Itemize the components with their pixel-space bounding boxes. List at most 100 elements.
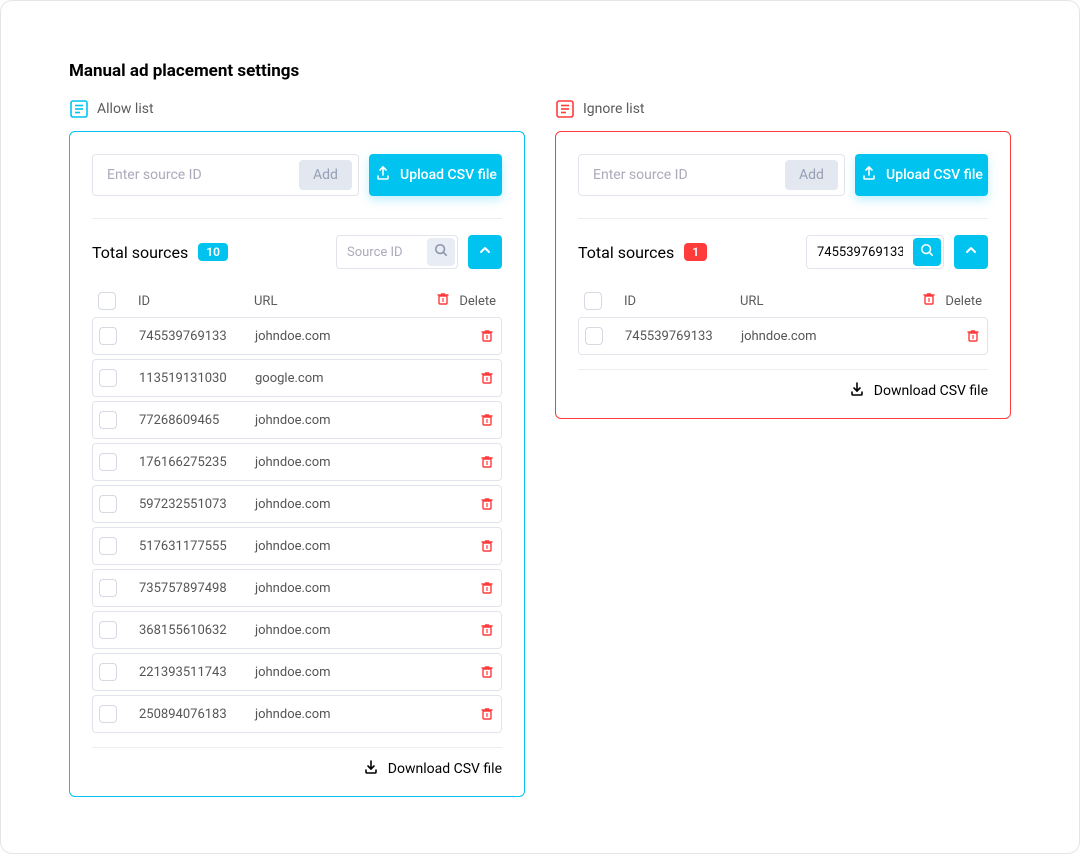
row-url: johndoe.com bbox=[741, 329, 905, 344]
allow-summary: Total sources 10 bbox=[92, 235, 502, 269]
allow-count-badge: 10 bbox=[198, 243, 228, 261]
download-label: Download CSV file bbox=[388, 761, 502, 777]
ignore-search-group bbox=[806, 235, 944, 269]
row-url: johndoe.com bbox=[255, 413, 419, 428]
ignore-upload-label: Upload CSV file bbox=[886, 167, 983, 183]
ignore-download[interactable]: Download CSV file bbox=[578, 370, 988, 406]
list-icon bbox=[555, 99, 575, 119]
allow-header-label: Allow list bbox=[97, 101, 154, 117]
row-id: 77268609465 bbox=[139, 413, 255, 428]
ignore-add-button[interactable]: Add bbox=[785, 160, 838, 190]
row-checkbox[interactable] bbox=[99, 327, 117, 345]
upload-icon bbox=[860, 164, 878, 186]
allow-upload-button[interactable]: Upload CSV file bbox=[369, 154, 502, 196]
allow-column: Allow list Add bbox=[69, 99, 525, 797]
download-icon bbox=[848, 380, 866, 402]
page-container: Manual ad placement settings Allow list bbox=[0, 0, 1080, 854]
row-url: johndoe.com bbox=[255, 539, 419, 554]
ignore-search-button[interactable] bbox=[913, 238, 941, 266]
allow-search-input[interactable] bbox=[337, 245, 427, 260]
delete-label: Delete bbox=[459, 294, 496, 309]
table-row: 221393511743 johndoe.com bbox=[92, 653, 502, 691]
row-delete-button[interactable] bbox=[479, 580, 495, 596]
ignore-rows: 745539769133 johndoe.com bbox=[578, 317, 988, 370]
row-checkbox[interactable] bbox=[99, 411, 117, 429]
allow-add-group: Add bbox=[92, 154, 359, 196]
search-icon bbox=[434, 243, 448, 261]
row-checkbox[interactable] bbox=[99, 621, 117, 639]
ignore-search-input[interactable] bbox=[807, 245, 913, 260]
row-delete-button[interactable] bbox=[479, 328, 495, 344]
row-id: 745539769133 bbox=[625, 329, 741, 344]
row-id: 221393511743 bbox=[139, 665, 255, 680]
table-row: 745539769133 johndoe.com bbox=[92, 317, 502, 355]
allow-table-head: ID URL Delete bbox=[92, 285, 502, 317]
page-title: Manual ad placement settings bbox=[69, 61, 1011, 81]
ignore-panel: Add Upload CSV file bbox=[555, 131, 1011, 419]
allow-search-button[interactable] bbox=[427, 238, 455, 266]
ignore-collapse-button[interactable] bbox=[954, 235, 988, 269]
ignore-table-head: ID URL Delete bbox=[578, 285, 988, 317]
allow-source-id-input[interactable] bbox=[93, 167, 299, 183]
row-url: johndoe.com bbox=[255, 455, 419, 470]
allow-collapse-button[interactable] bbox=[468, 235, 502, 269]
row-delete-button[interactable] bbox=[479, 412, 495, 428]
row-checkbox[interactable] bbox=[99, 537, 117, 555]
table-row: 113519131030 google.com bbox=[92, 359, 502, 397]
allow-select-all-checkbox[interactable] bbox=[98, 292, 116, 310]
row-id: 113519131030 bbox=[139, 371, 255, 386]
ignore-column: Ignore list Add bbox=[555, 99, 1011, 797]
table-row: 597232551073 johndoe.com bbox=[92, 485, 502, 523]
row-url: johndoe.com bbox=[255, 581, 419, 596]
trash-icon bbox=[921, 291, 937, 311]
table-row: 250894076183 johndoe.com bbox=[92, 695, 502, 733]
row-delete-button[interactable] bbox=[479, 664, 495, 680]
row-checkbox[interactable] bbox=[99, 369, 117, 387]
chevron-up-icon bbox=[964, 243, 978, 261]
col-delete: Delete bbox=[906, 291, 982, 311]
row-checkbox[interactable] bbox=[99, 663, 117, 681]
row-checkbox[interactable] bbox=[99, 579, 117, 597]
row-url: johndoe.com bbox=[255, 623, 419, 638]
chevron-up-icon bbox=[478, 243, 492, 261]
allow-add-button[interactable]: Add bbox=[299, 160, 352, 190]
table-row: 735757897498 johndoe.com bbox=[92, 569, 502, 607]
row-id: 176166275235 bbox=[139, 455, 255, 470]
row-id: 368155610632 bbox=[139, 623, 255, 638]
total-sources-label: Total sources bbox=[92, 243, 188, 262]
row-delete-button[interactable] bbox=[965, 328, 981, 344]
row-delete-button[interactable] bbox=[479, 496, 495, 512]
row-checkbox[interactable] bbox=[99, 453, 117, 471]
col-url: URL bbox=[254, 294, 420, 309]
row-checkbox[interactable] bbox=[585, 327, 603, 345]
row-delete-button[interactable] bbox=[479, 622, 495, 638]
table-row: 517631177555 johndoe.com bbox=[92, 527, 502, 565]
table-row: 176166275235 johndoe.com bbox=[92, 443, 502, 481]
col-delete: Delete bbox=[420, 291, 496, 311]
ignore-source-id-input[interactable] bbox=[579, 167, 785, 183]
allow-upload-label: Upload CSV file bbox=[400, 167, 497, 183]
ignore-select-all-checkbox[interactable] bbox=[584, 292, 602, 310]
row-url: johndoe.com bbox=[255, 707, 419, 722]
row-url: johndoe.com bbox=[255, 329, 419, 344]
ignore-add-group: Add bbox=[578, 154, 845, 196]
search-icon bbox=[920, 243, 934, 261]
allow-search-group bbox=[336, 235, 458, 269]
table-row: 77268609465 johndoe.com bbox=[92, 401, 502, 439]
col-id: ID bbox=[624, 294, 740, 309]
row-id: 735757897498 bbox=[139, 581, 255, 596]
row-url: johndoe.com bbox=[255, 665, 419, 680]
row-checkbox[interactable] bbox=[99, 705, 117, 723]
allow-download[interactable]: Download CSV file bbox=[92, 748, 502, 784]
upload-icon bbox=[374, 164, 392, 186]
row-delete-button[interactable] bbox=[479, 454, 495, 470]
row-id: 597232551073 bbox=[139, 497, 255, 512]
row-delete-button[interactable] bbox=[479, 706, 495, 722]
allow-panel: Add Upload CSV file bbox=[69, 131, 525, 797]
row-checkbox[interactable] bbox=[99, 495, 117, 513]
ignore-upload-button[interactable]: Upload CSV file bbox=[855, 154, 988, 196]
row-delete-button[interactable] bbox=[479, 538, 495, 554]
allow-top-actions: Add Upload CSV file bbox=[92, 154, 502, 219]
row-delete-button[interactable] bbox=[479, 370, 495, 386]
download-icon bbox=[362, 758, 380, 780]
